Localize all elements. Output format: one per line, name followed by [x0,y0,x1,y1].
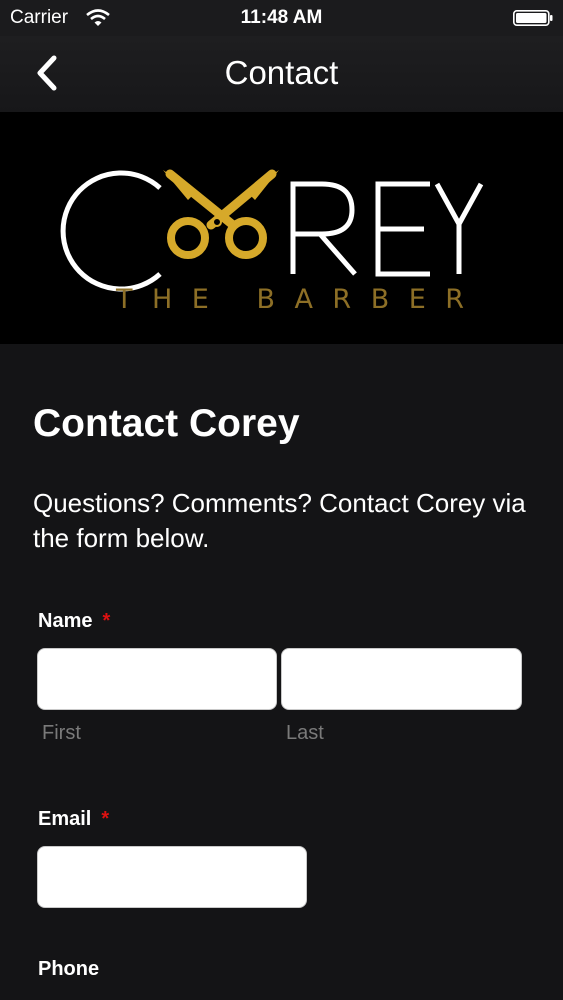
name-label-text: Name [38,610,93,632]
logo-banner: THE BARBER [0,112,563,344]
status-bar: Carrier 11:48 AM [0,0,563,36]
required-asterisk: * [101,808,110,830]
email-label-text: Email [38,808,92,830]
corey-barber-logo: THE BARBER [60,169,484,315]
logo-tagline: THE BARBER [115,284,484,315]
email-label: Email * [38,808,109,831]
email-input[interactable] [37,846,307,908]
page-heading: Contact Corey [33,402,300,445]
required-asterisk: * [102,610,111,632]
navigation-bar: Contact [0,36,563,112]
first-name-input[interactable] [37,648,277,710]
last-name-input[interactable] [281,648,522,710]
first-name-sublabel: First [42,722,81,744]
nav-title: Contact [224,54,339,91]
intro-text: Questions? Comments? Contact Corey via t… [33,488,526,553]
last-name-sublabel: Last [286,722,324,744]
status-time: 11:48 AM [240,7,323,28]
phone-label: Phone [38,958,99,981]
name-label: Name * [38,610,110,633]
phone-label-text: Phone [38,958,100,980]
battery-icon [513,10,553,26]
